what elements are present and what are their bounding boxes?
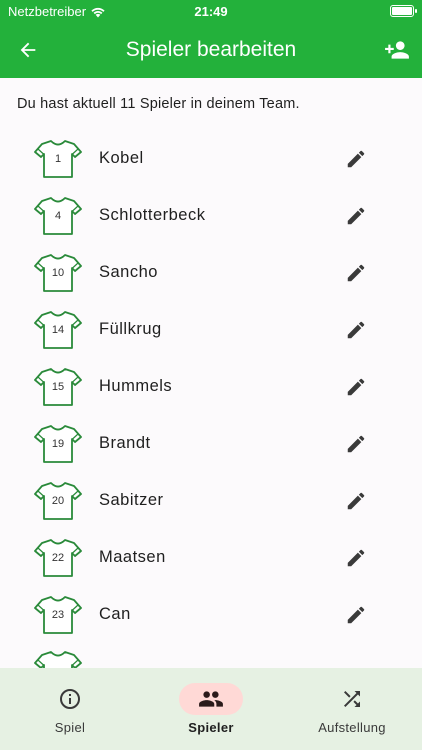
jersey-icon: 20: [34, 481, 82, 521]
pencil-icon: [347, 606, 365, 624]
edit-player-button[interactable]: [344, 204, 368, 228]
player-row[interactable]: 19 Brandt: [0, 415, 422, 472]
app-bar: Spieler bearbeiten: [0, 22, 422, 78]
edit-player-button[interactable]: [344, 147, 368, 171]
jersey-icon: 19: [34, 424, 82, 464]
jersey-number: 20: [51, 495, 65, 507]
edit-player-button[interactable]: [344, 432, 368, 456]
jersey-icon: [34, 650, 82, 670]
status-time: 21:49: [194, 4, 228, 19]
edit-player-button[interactable]: [344, 261, 368, 285]
jersey-number: 15: [51, 381, 65, 393]
nav-item-spiel[interactable]: Spiel: [0, 668, 140, 750]
jersey-number: 19: [51, 438, 65, 450]
edit-player-button[interactable]: [344, 375, 368, 399]
jersey-number: 4: [54, 210, 62, 222]
player-row[interactable]: 14 Füllkrug: [0, 301, 422, 358]
shuffle-icon: [344, 691, 360, 707]
jersey-icon: 1: [34, 139, 82, 179]
jersey-number: 14: [51, 324, 65, 336]
edit-player-button[interactable]: [344, 489, 368, 513]
nav-item-aufstellung[interactable]: Aufstellung: [282, 668, 422, 750]
player-row[interactable]: 15 Hummels: [0, 358, 422, 415]
player-name: Schlotterbeck: [99, 206, 206, 224]
bottom-nav: Spiel Spieler Aufstellung: [0, 668, 422, 750]
jersey-icon: 23: [34, 595, 82, 635]
player-row[interactable]: 10 Sancho: [0, 244, 422, 301]
nav-pill: [320, 683, 384, 715]
pencil-icon: [347, 264, 365, 282]
edit-player-button[interactable]: [344, 603, 368, 627]
player-name: Füllkrug: [99, 320, 162, 338]
player-name: Can: [99, 605, 131, 623]
player-row[interactable]: 20 Sabitzer: [0, 472, 422, 529]
group-icon: [199, 691, 223, 707]
nav-pill: [38, 683, 102, 715]
jersey-number: 1: [54, 153, 62, 165]
player-name: Sabitzer: [99, 491, 164, 509]
battery-icon: [390, 5, 417, 17]
header: Netzbetreiber 21:49 Spieler bearbeiten: [0, 0, 422, 78]
info-icon: [60, 689, 80, 709]
player-name: Maatsen: [99, 548, 166, 566]
jersey-icon: 4: [34, 196, 82, 236]
player-row[interactable]: 22 Maatsen: [0, 529, 422, 586]
pencil-icon: [347, 321, 365, 339]
player-count-text: Du hast aktuell 11 Spieler in deinem Tea…: [17, 96, 300, 112]
nav-label: Spiel: [54, 720, 86, 735]
jersey-number: 23: [51, 609, 65, 621]
pencil-icon: [347, 492, 365, 510]
pencil-icon: [347, 435, 365, 453]
page-title: Spieler bearbeiten: [125, 38, 297, 61]
player-row[interactable]: 4 Schlotterbeck: [0, 187, 422, 244]
player-name: Sancho: [99, 263, 158, 281]
add-player-button[interactable]: [382, 35, 412, 65]
jersey-icon: 14: [34, 310, 82, 350]
pencil-icon: [347, 150, 365, 168]
player-name: Brandt: [99, 434, 151, 452]
nav-label: Aufstellung: [318, 720, 386, 735]
pencil-icon: [347, 378, 365, 396]
player-row[interactable]: 23 Can: [0, 586, 422, 643]
jersey-icon: 22: [34, 538, 82, 578]
jersey-icon: 15: [34, 367, 82, 407]
jersey-number: 22: [51, 552, 65, 564]
player-row[interactable]: 1 Kobel: [0, 130, 422, 187]
edit-player-button[interactable]: [344, 546, 368, 570]
player-name: Hummels: [99, 377, 173, 395]
edit-player-button[interactable]: [344, 318, 368, 342]
player-name: Kobel: [99, 149, 144, 167]
nav-label: Spieler: [188, 720, 234, 735]
pencil-icon: [347, 549, 365, 567]
nav-pill: [179, 683, 243, 715]
nav-item-spieler[interactable]: Spieler: [141, 668, 281, 750]
person-add-icon: [385, 41, 409, 59]
jersey-number: 10: [51, 267, 65, 279]
status-bar: Netzbetreiber 21:49: [0, 0, 422, 22]
pencil-icon: [347, 207, 365, 225]
player-list: 1 Kobel 4 Schlotterbeck 10 Sancho 14 Fül…: [0, 130, 422, 643]
jersey-icon: 10: [34, 253, 82, 293]
